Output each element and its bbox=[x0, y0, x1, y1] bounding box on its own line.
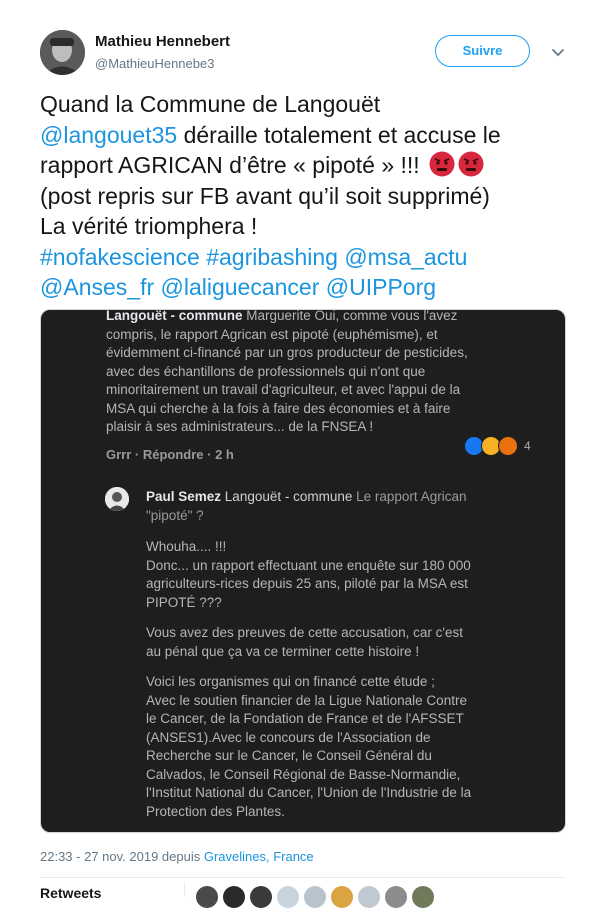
liker-avatar[interactable] bbox=[196, 886, 218, 908]
fb-reply-quote: "pipoté" ? bbox=[146, 508, 204, 523]
fb-comment-line: MSA qui cherche à la fois à faire des éc… bbox=[106, 400, 451, 416]
liker-avatar[interactable] bbox=[223, 886, 245, 908]
fb-reply-name: Paul Semez bbox=[146, 489, 222, 504]
tweet-line: La vérité triomphera ! bbox=[40, 213, 258, 239]
fb-reply-line: Recherche sur le Cancer, le Conseil Géné… bbox=[146, 748, 432, 763]
fb-reply-line: au pénal que ça va ce terminer cette his… bbox=[146, 643, 420, 659]
angry-face-emoji-icon bbox=[429, 151, 455, 177]
fb-reply-line: agriculteurs-rices depuis 25 ans, piloté… bbox=[146, 576, 468, 591]
mention-link[interactable]: @langouet35 bbox=[40, 122, 177, 148]
fb-reply-line: Vous avez des preuves de cette accusatio… bbox=[146, 625, 464, 640]
fb-comment-line: plaisir à ses administrateurs... de la F… bbox=[106, 419, 374, 434]
fb-reply-target: Langouët - commune bbox=[221, 489, 353, 504]
avatar[interactable] bbox=[40, 30, 85, 75]
fb-comment-line: minoritairement un travail d'agriculteur… bbox=[106, 382, 461, 397]
fb-reply-line: l'Institut National du Cancer, l'Union d… bbox=[146, 785, 472, 800]
hashtag-links[interactable]: #nofakescience #agribashing @msa_actu bbox=[40, 242, 580, 273]
divider bbox=[184, 882, 185, 897]
fb-comment-line: compris, le rapport Agrican est pipoté (… bbox=[106, 326, 438, 342]
tweet-line: (post repris sur FB avant qu’il soit sup… bbox=[40, 182, 490, 209]
fb-reply-line: Whouha.... !!! bbox=[146, 539, 227, 554]
liker-avatar[interactable] bbox=[250, 886, 272, 908]
angry-reaction-icon bbox=[498, 436, 518, 456]
fb-reply-quote: Le rapport Agrican bbox=[352, 489, 467, 504]
fb-comment-line: évidemment ci-financé par un gros produc… bbox=[106, 345, 468, 360]
fb-comment-line: avec des échantillons de professionnels … bbox=[106, 363, 426, 379]
tweet-line: Quand la Commune de Langouët bbox=[40, 91, 381, 117]
fb-reply-line: le Cancer, de la Fondation de France et … bbox=[146, 711, 464, 726]
liker-avatar[interactable] bbox=[385, 886, 407, 908]
tweet-text: Quand la Commune de Langouët @langouet35… bbox=[40, 89, 580, 303]
liker-avatar[interactable] bbox=[304, 886, 326, 908]
fb-reply-line: (ANSES1).Avec le concours de l'Associati… bbox=[146, 729, 431, 745]
user-handle[interactable]: @MathieuHennebe3 bbox=[95, 56, 214, 71]
fb-comment-actions: Grrr · Répondre · 2 h bbox=[106, 447, 234, 462]
liker-avatar[interactable] bbox=[412, 886, 434, 908]
attached-image[interactable]: Langouët - commune Marguerite Oui, comme… bbox=[40, 309, 566, 833]
mention-links[interactable]: @Anses_fr @laliguecancer @UIPPorg bbox=[40, 272, 580, 303]
fb-reply-line: PIPOTÉ ??? bbox=[146, 594, 222, 610]
retweet-stats[interactable]: Retweets bbox=[40, 885, 101, 901]
timestamp-text[interactable]: 22:33 - 27 nov. 2019 depuis bbox=[40, 849, 204, 864]
display-name[interactable]: Mathieu Hennebert bbox=[95, 33, 230, 50]
tweet-line: déraille totalement et accuse le bbox=[177, 121, 501, 148]
fb-reactions: 4 bbox=[464, 436, 531, 456]
angry-face-emoji-icon bbox=[458, 151, 484, 177]
fb-reply-avatar bbox=[105, 487, 129, 511]
reaction-count: 4 bbox=[524, 439, 531, 453]
fb-comment-line: Marguerite Oui, comme vous l'avez bbox=[242, 309, 458, 323]
liker-avatar[interactable] bbox=[331, 886, 353, 908]
fb-reply-line: Avec le soutien financier de la Ligue Na… bbox=[146, 692, 467, 708]
fb-reply-line: Calvados, le Conseil Régional de Basse-N… bbox=[146, 766, 461, 782]
tweet-timestamp: 22:33 - 27 nov. 2019 depuis Gravelines, … bbox=[40, 849, 314, 864]
fb-reply-line: Protection des Plantes. bbox=[146, 803, 285, 819]
follow-button[interactable]: Suivre bbox=[435, 35, 530, 67]
place-link[interactable]: Gravelines, France bbox=[204, 849, 314, 864]
chevron-down-icon[interactable] bbox=[549, 43, 567, 61]
liker-avatar[interactable] bbox=[277, 886, 299, 908]
fb-commenter-name: Langouët - commune bbox=[106, 309, 243, 323]
divider bbox=[40, 877, 566, 878]
fb-reply-line: Voici les organismes qui on financé cett… bbox=[146, 674, 435, 689]
fb-reply-line: Donc... un rapport effectuant une enquêt… bbox=[146, 557, 471, 573]
tweet-line: rapport AGRICAN d’être « pipoté » !!! bbox=[40, 152, 427, 178]
liker-avatar[interactable] bbox=[358, 886, 380, 908]
